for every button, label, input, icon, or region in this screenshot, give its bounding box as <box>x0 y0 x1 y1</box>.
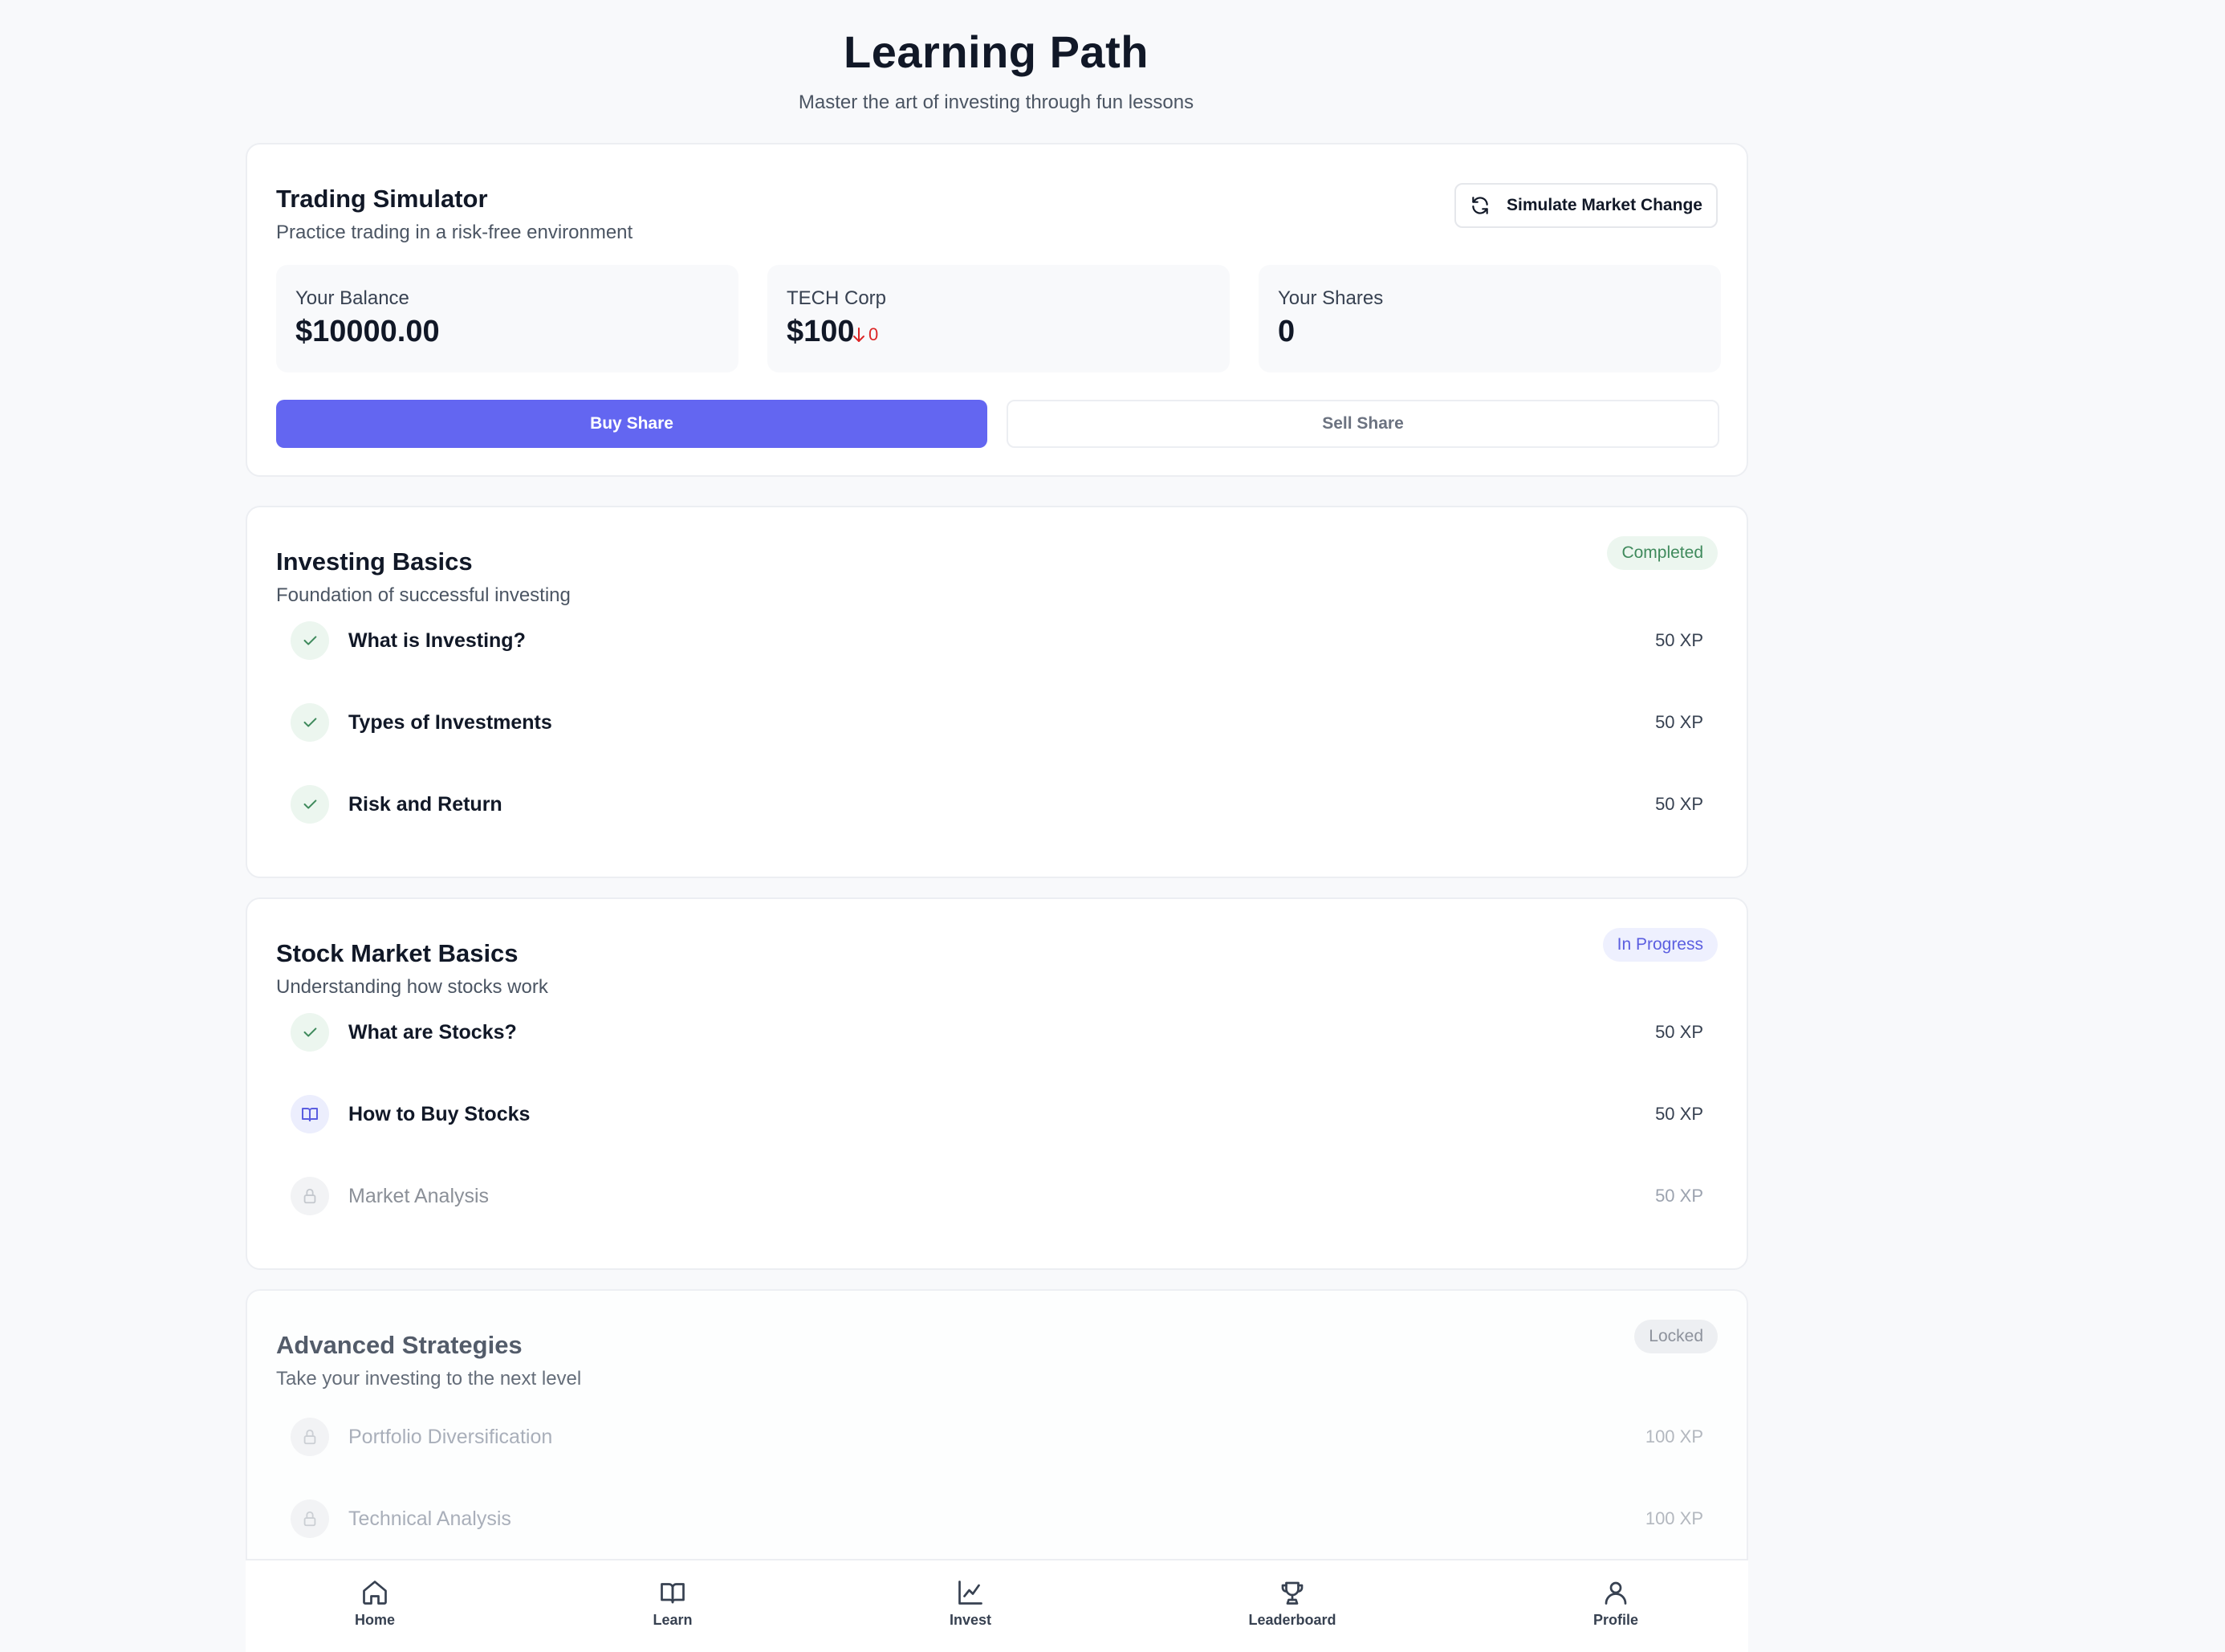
module-title: Stock Market Basics <box>276 939 519 967</box>
lesson-name: What is Investing? <box>348 629 526 652</box>
page-header: Learning Path Master the art of investin… <box>0 24 1992 114</box>
check-icon <box>291 1013 329 1052</box>
lesson-xp: 50 XP <box>1655 1186 1703 1206</box>
nav-label: Home <box>354 1612 395 1628</box>
lesson-name: Portfolio Diversification <box>348 1425 553 1448</box>
sell-share-button[interactable]: Sell Share <box>1007 400 1719 448</box>
page-title: Learning Path <box>844 26 1149 77</box>
refresh-icon <box>1472 197 1488 214</box>
arrow-down-icon <box>853 328 864 342</box>
lesson-name: Market Analysis <box>348 1184 490 1207</box>
lesson-xp: 50 XP <box>1655 630 1703 650</box>
shares-label: Your Shares <box>1278 287 1384 309</box>
home-icon <box>363 1581 387 1605</box>
simulator-title: Trading Simulator <box>276 185 488 213</box>
module-subtitle: Foundation of successful investing <box>276 584 571 606</box>
nav-item-leaderboard[interactable]: Leaderboard <box>1212 1578 1373 1629</box>
lesson-item[interactable]: What is Investing? 50 XP <box>291 620 1703 661</box>
lesson-name: Technical Analysis <box>348 1507 511 1530</box>
stock-price: $100 <box>787 315 855 348</box>
book-icon <box>661 1583 685 1604</box>
nav-label: Learn <box>653 1612 693 1628</box>
trophy-icon <box>1281 1581 1304 1605</box>
nav-item-invest[interactable]: Invest <box>890 1578 1051 1629</box>
lesson-item: Technical Analysis 100 XP <box>291 1498 1703 1540</box>
lesson-xp: 50 XP <box>1655 712 1703 732</box>
module-subtitle: Take your investing to the next level <box>276 1368 582 1390</box>
nav-item-profile[interactable]: Profile <box>1536 1578 1696 1629</box>
module-card-stock-market-basics: Stock Market Basics Understanding how st… <box>246 897 1748 1270</box>
shares-stat: Your Shares 0 <box>1259 265 1721 372</box>
module-card-investing-basics: Investing Basics Foundation of successfu… <box>246 506 1748 878</box>
shares-value: 0 <box>1278 315 1296 348</box>
check-icon <box>291 621 329 660</box>
simulator-subtitle: Practice trading in a risk-free environm… <box>276 222 633 243</box>
lesson-xp: 50 XP <box>1655 1022 1703 1042</box>
module-subtitle: Understanding how stocks work <box>276 976 548 998</box>
lock-icon <box>291 1499 329 1538</box>
bottom-nav: Home Learn Invest Leaderboard Profile <box>246 1559 1748 1652</box>
status-badge: Locked <box>1634 1320 1718 1353</box>
status-badge: Completed <box>1607 536 1718 570</box>
learning-path-page: Learning Path Master the art of investin… <box>0 0 2225 1652</box>
module-title: Investing Basics <box>276 547 473 576</box>
lesson-xp: 100 XP <box>1645 1426 1703 1447</box>
balance-label: Your Balance <box>295 287 409 309</box>
lesson-xp: 50 XP <box>1655 1104 1703 1124</box>
lesson-item[interactable]: What are Stocks? 50 XP <box>291 1011 1703 1053</box>
lock-icon <box>291 1418 329 1456</box>
user-icon <box>1605 1581 1627 1605</box>
nav-item-learn[interactable]: Learn <box>592 1578 753 1629</box>
lesson-item[interactable]: Risk and Return 50 XP <box>291 783 1703 825</box>
lesson-name: How to Buy Stocks <box>348 1102 531 1125</box>
status-badge: In Progress <box>1602 928 1718 962</box>
check-icon <box>291 703 329 742</box>
nav-item-home[interactable]: Home <box>295 1578 455 1629</box>
lesson-item[interactable]: Types of Investments 50 XP <box>291 702 1703 743</box>
stock-change: 0 <box>851 324 878 345</box>
trading-simulator-card: Trading Simulator Practice trading in a … <box>246 143 1748 477</box>
lesson-item: Portfolio Diversification 100 XP <box>291 1416 1703 1458</box>
lesson-item[interactable]: How to Buy Stocks 50 XP <box>291 1093 1703 1135</box>
lesson-xp: 50 XP <box>1655 794 1703 814</box>
lesson-xp: 100 XP <box>1645 1508 1703 1528</box>
stock-stat: TECH Corp $100 0 <box>767 265 1230 372</box>
nav-label: Leaderboard <box>1248 1612 1336 1628</box>
stock-label: TECH Corp <box>787 287 887 309</box>
buy-share-button[interactable]: Buy Share <box>276 400 987 448</box>
page-subtitle: Master the art of investing through fun … <box>798 92 1194 113</box>
nav-label: Invest <box>949 1612 992 1628</box>
lock-icon <box>291 1177 329 1215</box>
book-open-icon <box>291 1095 329 1133</box>
balance-value: $10000.00 <box>295 315 440 348</box>
check-icon <box>291 785 329 824</box>
simulate-label: Simulate Market Change <box>1507 196 1702 214</box>
module-title: Advanced Strategies <box>276 1331 523 1359</box>
nav-label: Profile <box>1592 1612 1638 1628</box>
chart-icon <box>958 1581 982 1605</box>
lesson-name: Risk and Return <box>348 792 502 816</box>
lesson-name: Types of Investments <box>348 710 552 734</box>
balance-stat: Your Balance $10000.00 <box>276 265 738 372</box>
simulate-market-change-button[interactable]: Simulate Market Change <box>1454 183 1718 228</box>
lesson-item: Market Analysis 50 XP <box>291 1175 1703 1217</box>
stock-change-value: 0 <box>868 324 879 344</box>
lesson-name: What are Stocks? <box>348 1020 517 1044</box>
